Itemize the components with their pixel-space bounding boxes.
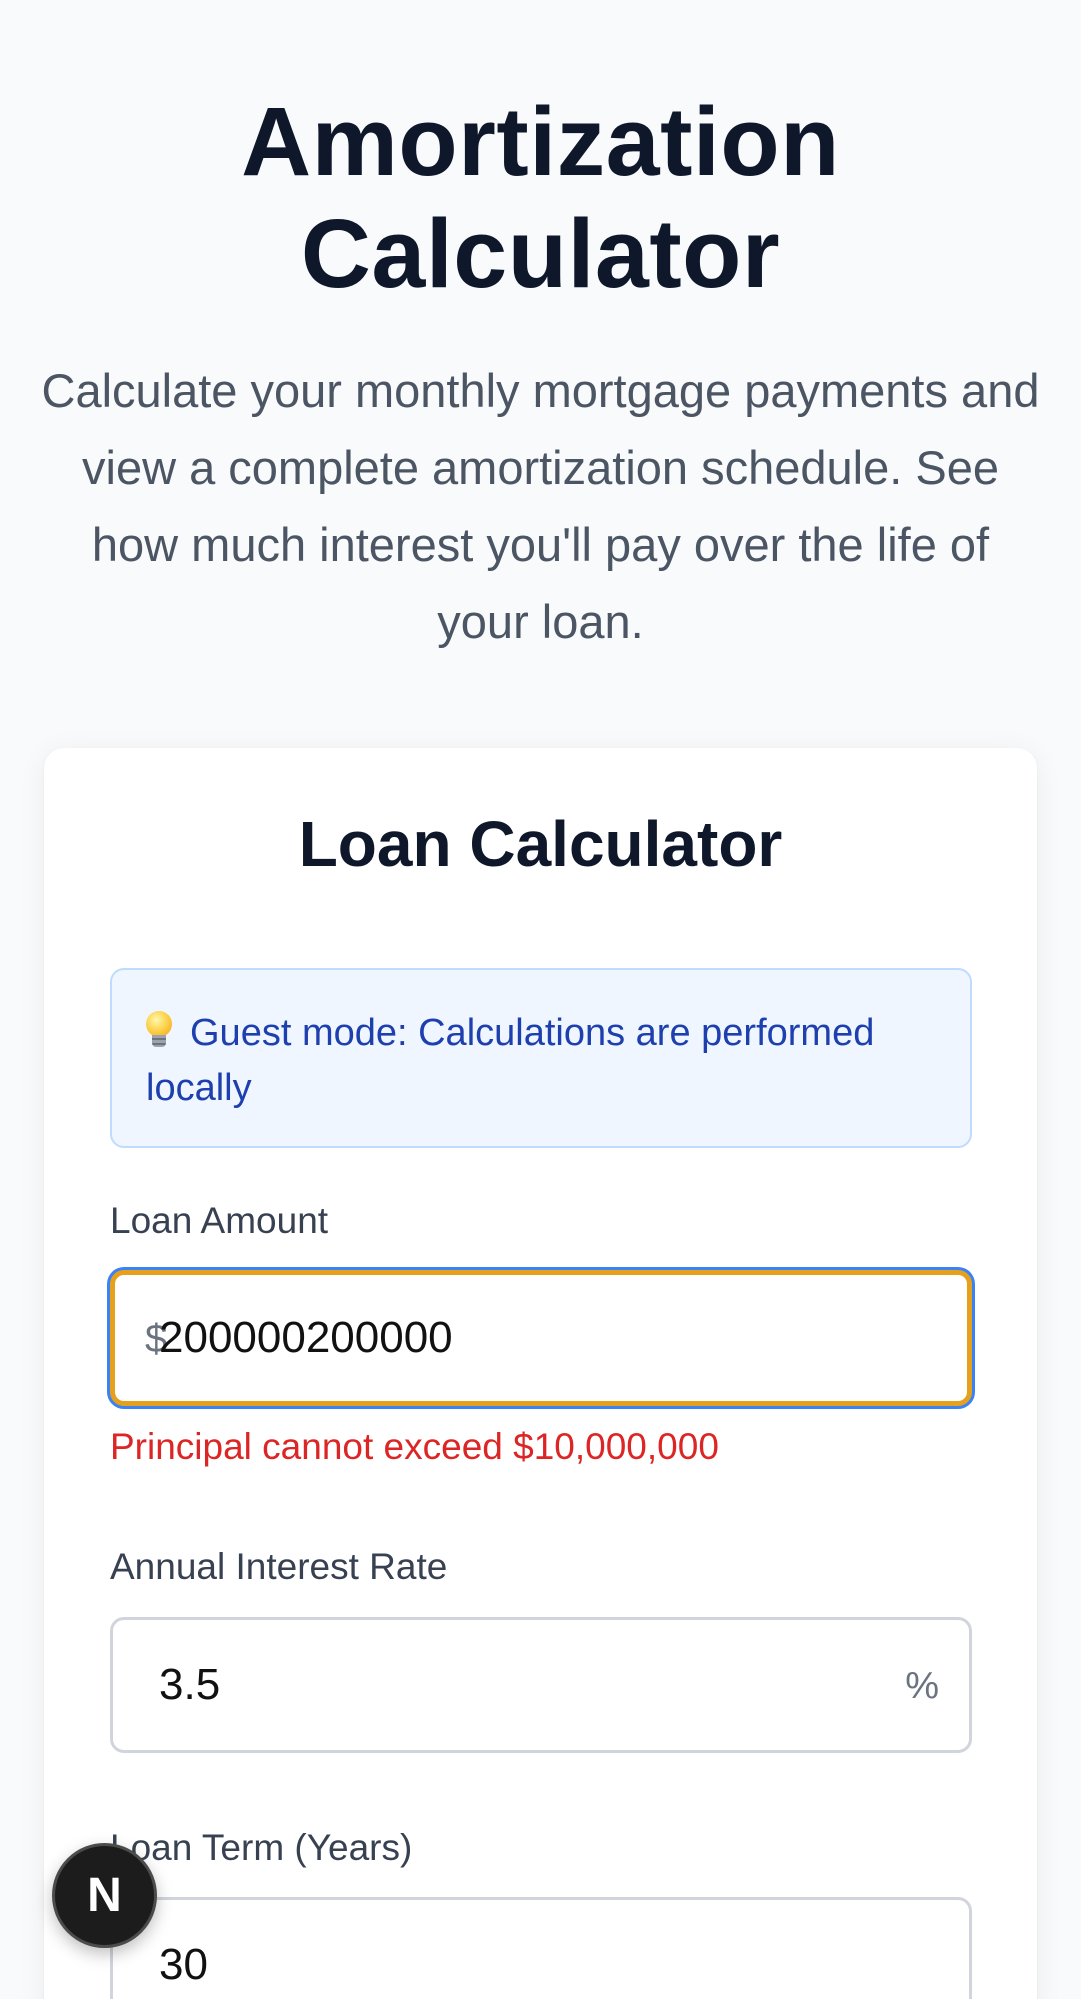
calculator-title: Loan Calculator <box>298 808 783 880</box>
loan-amount-input[interactable] <box>159 1275 879 1401</box>
page-subtitle: Calculate your monthly mortgage payments… <box>41 364 1040 648</box>
loan-term-label: Loan Term (Years) <box>110 1827 413 1868</box>
page-title: Amortization Calculator <box>241 87 840 308</box>
guest-mode-notice-text: Guest mode: Calculations are performed l… <box>146 1012 875 1109</box>
loan-calculator-card: Loan Calculator Guest mode: Calculations… <box>44 748 1037 1999</box>
interest-rate-label: Annual Interest Rate <box>110 1546 448 1587</box>
guest-mode-notice: Guest mode: Calculations are performed l… <box>110 968 972 1148</box>
lightbulb-icon <box>146 1011 172 1049</box>
loan-amount-label: Loan Amount <box>110 1200 329 1241</box>
loan-amount-field[interactable]: $ <box>110 1270 972 1406</box>
interest-rate-input[interactable] <box>159 1620 879 1750</box>
loan-amount-error: Principal cannot exceed $10,000,000 <box>110 1426 719 1467</box>
loan-term-field[interactable] <box>110 1897 972 1999</box>
loan-term-input[interactable] <box>159 1900 879 1999</box>
interest-rate-field[interactable]: % <box>110 1617 972 1753</box>
percent-suffix: % <box>905 1665 939 1707</box>
floating-n-button[interactable]: N <box>52 1843 157 1948</box>
